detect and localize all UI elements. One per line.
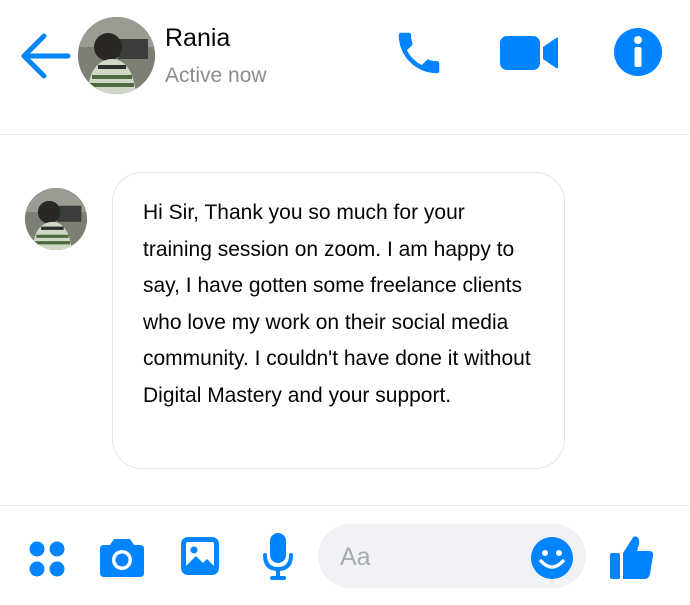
thumbs-up-icon [610, 536, 654, 579]
message-bubble[interactable]: Hi Sir, Thank you so much for your train… [112, 172, 565, 469]
info-icon [614, 28, 662, 76]
like-button[interactable] [608, 533, 656, 581]
back-button[interactable] [18, 30, 74, 82]
contact-status: Active now [165, 64, 267, 87]
arrow-left-icon [21, 33, 71, 79]
person-avatar [25, 188, 87, 250]
menu-dots-icon [29, 541, 65, 577]
phone-icon [398, 32, 440, 74]
emoji-icon [531, 537, 573, 579]
sender-avatar[interactable] [25, 188, 87, 250]
message-composer [0, 506, 690, 605]
message-text: Hi Sir, Thank you so much for your train… [143, 201, 531, 407]
camera-icon [100, 539, 144, 577]
conversation-header: Rania Active now [0, 0, 690, 134]
person-avatar [78, 17, 155, 94]
message-thread: Hi Sir, Thank you so much for your train… [0, 135, 690, 505]
info-button[interactable] [612, 26, 664, 78]
gallery-button[interactable] [180, 535, 220, 577]
video-camera-icon [500, 36, 558, 70]
camera-button[interactable] [98, 535, 146, 579]
contact-avatar[interactable] [78, 17, 155, 94]
contact-name[interactable]: Rania [165, 24, 230, 53]
emoji-button[interactable] [530, 536, 574, 580]
video-call-button[interactable] [498, 30, 560, 76]
image-icon [181, 537, 219, 575]
message-input[interactable] [338, 536, 522, 578]
phone-call-button[interactable] [392, 26, 446, 80]
microphone-icon [263, 533, 293, 580]
voice-message-button[interactable] [262, 531, 294, 581]
more-actions-button[interactable] [27, 539, 67, 579]
